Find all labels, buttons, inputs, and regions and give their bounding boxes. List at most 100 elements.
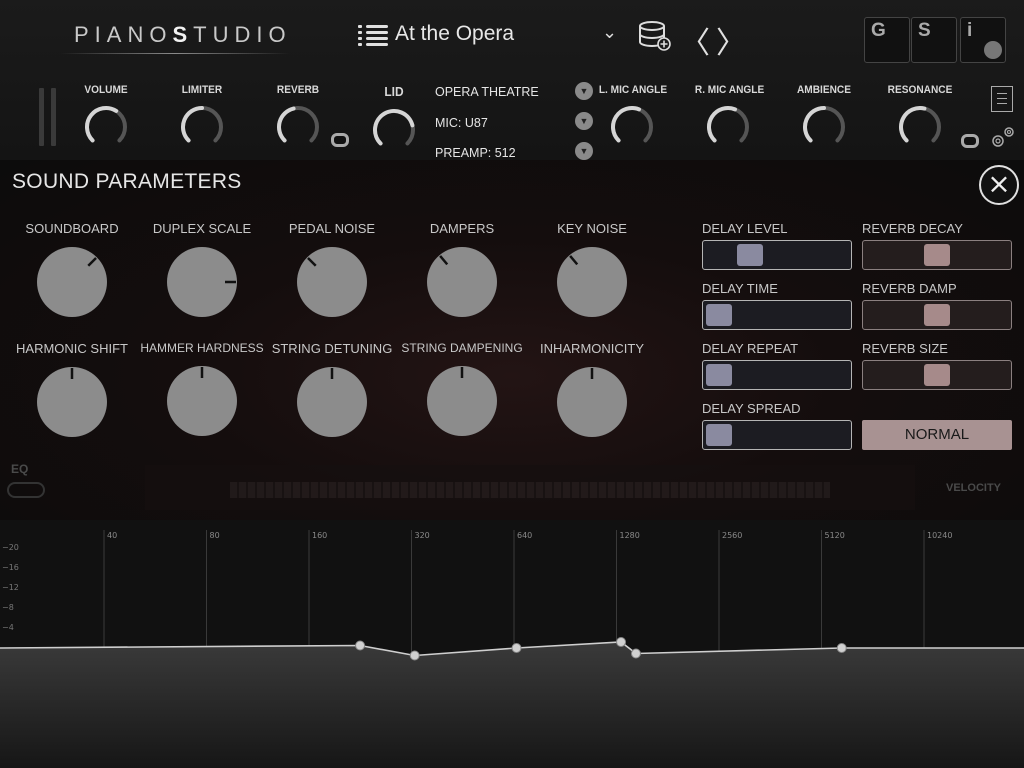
eq-fill: [0, 642, 1024, 768]
knob-dial[interactable]: [35, 365, 109, 439]
knob-dial[interactable]: [425, 364, 499, 438]
duplex-scale-knob[interactable]: DUPLEX SCALE: [132, 221, 272, 319]
database-add-icon[interactable]: [638, 20, 672, 52]
harmonic-shift-knob[interactable]: HARMONIC SHIFT: [2, 341, 142, 439]
delay-level-slider[interactable]: DELAY LEVEL: [702, 221, 852, 270]
knob-value-arc: [85, 106, 119, 143]
knob-dial[interactable]: [609, 104, 655, 150]
inharmonicity-knob[interactable]: INHARMONICITY: [522, 341, 662, 439]
knob-dial[interactable]: [555, 245, 629, 319]
knob-dial[interactable]: [35, 245, 109, 319]
mic-name[interactable]: MIC: U87: [435, 116, 488, 130]
resonance-toggle[interactable]: [961, 134, 979, 148]
soundboard-knob[interactable]: SOUNDBOARD: [2, 221, 142, 319]
knob-dial[interactable]: [555, 365, 629, 439]
string-dampening-knob[interactable]: STRING DAMPENING: [392, 341, 532, 438]
lid-knob[interactable]: LID: [358, 84, 430, 153]
next-preset-icon[interactable]: 〉: [716, 18, 746, 62]
panel-title: SOUND PARAMETERS: [12, 170, 242, 193]
knob-dial[interactable]: [295, 365, 369, 439]
eq-band-handle[interactable]: [630, 648, 641, 659]
hammer-hardness-knob[interactable]: HAMMER HARDNESS: [132, 341, 272, 438]
knob-dial[interactable]: [425, 245, 499, 319]
ambience-knob[interactable]: AMBIENCE: [788, 84, 860, 150]
knob-value-arc: [181, 106, 204, 143]
reverb-damp-slider[interactable]: REVERB DAMP: [862, 281, 1012, 330]
close-icon[interactable]: ×: [979, 165, 1019, 205]
knob-dial[interactable]: [705, 104, 751, 150]
delay-time-slider[interactable]: DELAY TIME: [702, 281, 852, 330]
reverb-decay-slider[interactable]: REVERB DECAY: [862, 221, 1012, 270]
left-mic-angle-knob[interactable]: L. MIC ANGLE: [596, 84, 668, 150]
eq-db-label: −20: [2, 543, 19, 552]
knob-value-arc: [277, 106, 296, 143]
eq-band-handle[interactable]: [616, 637, 627, 647]
eq-band-handle[interactable]: [355, 640, 366, 651]
fader-right[interactable]: [51, 88, 56, 146]
slider-thumb[interactable]: [706, 304, 732, 326]
volume-knob[interactable]: VOLUME: [70, 84, 142, 150]
slider-thumb[interactable]: [924, 364, 950, 386]
eq-db-label: −12: [2, 583, 19, 592]
eq-graph[interactable]: 40 80 160 320 640 1280 2560 5120 10240 −20 −16 −12 −…: [0, 520, 1024, 768]
knob-dial[interactable]: [897, 104, 943, 150]
background-keys: [230, 482, 830, 498]
app-logo: PIANOSTUDIO: [74, 22, 292, 47]
preset-name[interactable]: At the Opera: [395, 22, 514, 46]
string-detuning-knob[interactable]: STRING DETUNING: [262, 341, 402, 439]
eq-band-handle[interactable]: [511, 643, 522, 653]
previous-preset-icon[interactable]: 〈: [680, 18, 710, 62]
slider-thumb[interactable]: [706, 424, 732, 446]
knob-dial[interactable]: [179, 104, 225, 150]
limiter-knob[interactable]: LIMITER: [166, 84, 238, 150]
eq-band-handle[interactable]: [409, 650, 420, 661]
eq-db-label: −8: [2, 603, 14, 612]
fader-left[interactable]: [39, 88, 44, 146]
settings-gear-icon[interactable]: [988, 124, 1018, 150]
slider-thumb[interactable]: [924, 304, 950, 326]
preamp-dropdown-icon[interactable]: ▼: [575, 142, 593, 160]
room-name[interactable]: OPERA THEATRE: [435, 85, 539, 99]
slider-thumb[interactable]: [706, 364, 732, 386]
room-dropdown-icon[interactable]: ▼: [575, 82, 593, 100]
mic-dropdown-icon[interactable]: ▼: [575, 112, 593, 130]
knob-dial[interactable]: [275, 104, 321, 150]
preset-list-icon[interactable]: [358, 25, 388, 47]
knob-body: [297, 247, 367, 317]
eq-curve-area[interactable]: [0, 520, 1024, 768]
knob-dial[interactable]: [295, 245, 369, 319]
slider-thumb[interactable]: [924, 244, 950, 266]
delay-spread-slider[interactable]: DELAY SPREAD: [702, 401, 852, 450]
dampers-knob[interactable]: DAMPERS: [392, 221, 532, 319]
eq-band-handle[interactable]: [836, 643, 847, 653]
info-button[interactable]: i: [960, 17, 1006, 63]
delay-repeat-slider[interactable]: DELAY REPEAT: [702, 341, 852, 390]
g-button[interactable]: G: [864, 17, 910, 63]
s-button[interactable]: S: [911, 17, 957, 63]
knob-dial[interactable]: [371, 107, 417, 153]
right-mic-angle-knob[interactable]: R. MIC ANGLE: [692, 84, 764, 150]
eq-freq-label: 5120: [824, 531, 845, 540]
knob-dial[interactable]: [801, 104, 847, 150]
top-bar: PIANOSTUDIO At the Opera ⌄ 〈 〉 G S i VOL…: [0, 0, 1024, 160]
reverb-knob[interactable]: REVERB: [262, 84, 334, 150]
eq-freq-label: 160: [312, 531, 328, 540]
knob-dial[interactable]: [165, 245, 239, 319]
key-noise-knob[interactable]: KEY NOISE: [522, 221, 662, 319]
knob-dial[interactable]: [165, 364, 239, 438]
reverb-size-slider[interactable]: REVERB SIZE: [862, 341, 1012, 390]
sound-parameters-panel: EQ VELOCITY SOUND PARAMETERS × SOUNDBOAR…: [0, 160, 1024, 520]
knob-dial[interactable]: [83, 104, 129, 150]
logo-underline: [60, 53, 290, 54]
gear-icon: [984, 41, 1002, 59]
pedal-noise-knob[interactable]: PEDAL NOISE: [262, 221, 402, 319]
slider-thumb[interactable]: [737, 244, 764, 266]
document-icon[interactable]: [991, 86, 1013, 112]
eq-freq-label: 320: [414, 531, 430, 540]
normal-mode-button[interactable]: NORMAL: [862, 420, 1012, 450]
resonance-knob[interactable]: RESONANCE: [884, 84, 956, 150]
preamp-name[interactable]: PREAMP: 512: [435, 146, 516, 160]
reverb-toggle[interactable]: [331, 133, 349, 147]
chevron-down-icon[interactable]: ⌄: [602, 22, 617, 43]
eq-background-toggle: [7, 482, 45, 498]
